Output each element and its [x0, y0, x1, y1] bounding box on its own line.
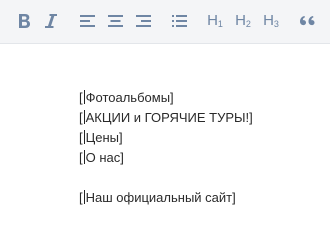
align-right-icon [135, 15, 151, 27]
align-left-icon [79, 15, 95, 27]
heading-2-button[interactable]: H2 [232, 8, 254, 34]
bulleted-list-icon [171, 15, 187, 27]
text-caret [83, 190, 85, 204]
content-line-prices[interactable]: [Цены] [79, 130, 123, 146]
italic-button[interactable] [42, 8, 60, 34]
content-line-about[interactable]: [О нас] [79, 150, 124, 166]
align-left-button[interactable] [78, 8, 96, 34]
formatting-toolbar: H1 H2 H3 [0, 0, 330, 44]
align-center-icon [107, 15, 123, 27]
text-editor: H1 H2 H3 [Фотоальбомы] [АКЦИИ и ГОРЯЧИЕ … [0, 0, 330, 245]
bulleted-list-button[interactable] [170, 8, 188, 34]
text-caret [83, 90, 85, 104]
text-caret [83, 150, 85, 164]
heading-1-icon: H1 [207, 12, 223, 29]
heading-2-icon: H2 [235, 12, 251, 29]
bold-icon [19, 14, 30, 28]
text-caret [83, 130, 85, 144]
content-line-photoalbums[interactable]: [Фотоальбомы] [79, 90, 174, 106]
heading-3-button[interactable]: H3 [260, 8, 282, 34]
quote-icon [299, 15, 314, 25]
align-right-button[interactable] [134, 8, 152, 34]
bold-button[interactable] [14, 8, 34, 34]
heading-3-icon: H3 [263, 12, 279, 29]
italic-icon [45, 14, 57, 28]
blockquote-button[interactable] [298, 8, 316, 34]
align-center-button[interactable] [106, 8, 124, 34]
content-line-official-site[interactable]: [Наш официальный сайт] [79, 190, 236, 206]
content-line-promotions[interactable]: [АКЦИИ и ГОРЯЧИЕ ТУРЫ!] [79, 110, 253, 126]
editor-content-area[interactable]: [Фотоальбомы] [АКЦИИ и ГОРЯЧИЕ ТУРЫ!] [Ц… [0, 44, 330, 245]
text-caret [83, 110, 85, 124]
heading-1-button[interactable]: H1 [204, 8, 226, 34]
